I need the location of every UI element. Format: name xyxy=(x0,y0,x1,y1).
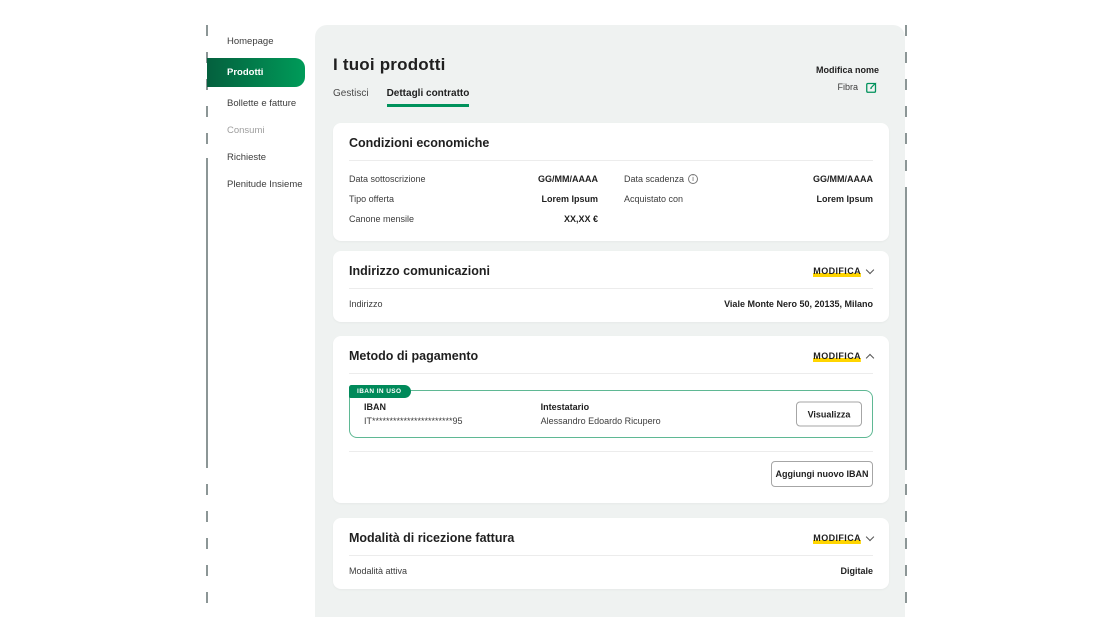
iban-card: IBAN IN USO IBAN IT*********************… xyxy=(349,390,873,438)
iban-in-use-badge: IBAN IN USO xyxy=(349,385,411,398)
page: Homepage Prodotti Bollette e fatture Con… xyxy=(0,0,1113,640)
main-panel: I tuoi prodotti Modifica nome Fibra Gest… xyxy=(315,25,905,617)
modifica-payment-link[interactable]: MODIFICA xyxy=(813,351,873,362)
table-row: Data sottoscrizione GG/MM/AAAA Data scad… xyxy=(349,169,873,189)
modifica-billing-link[interactable]: MODIFICA xyxy=(813,533,873,544)
product-name: Fibra xyxy=(837,82,858,92)
divider xyxy=(349,451,873,452)
right-scroll-thumb[interactable] xyxy=(905,190,907,470)
edit-icon[interactable] xyxy=(864,79,879,94)
iban-value: IT***********************95 xyxy=(364,416,463,426)
field-label: Canone mensile xyxy=(349,214,564,224)
card-indirizzo-comunicazioni: Indirizzo comunicazioni MODIFICA Indiriz… xyxy=(333,251,889,322)
add-iban-button[interactable]: Aggiungi nuovo IBAN xyxy=(771,461,873,487)
sidebar: Homepage Prodotti Bollette e fatture Con… xyxy=(207,28,315,198)
chevron-down-icon xyxy=(866,266,874,274)
modifica-label: MODIFICA xyxy=(813,533,861,544)
card-title: Indirizzo comunicazioni xyxy=(349,264,490,278)
field-label: Acquistato con xyxy=(624,194,816,204)
sidebar-item-richieste[interactable]: Richieste xyxy=(207,144,315,171)
rename-product-block: Modifica nome Fibra xyxy=(816,65,879,94)
card-title: Modalità di ricezione fattura xyxy=(349,531,514,545)
table-row: Canone mensile XX,XX € xyxy=(349,209,873,229)
modifica-label: MODIFICA xyxy=(813,266,861,277)
iban-label: IBAN xyxy=(364,402,463,412)
field-label: Tipo offerta xyxy=(349,194,541,204)
chevron-down-icon xyxy=(866,533,874,541)
modifica-address-link[interactable]: MODIFICA xyxy=(813,266,873,277)
sidebar-item-homepage[interactable]: Homepage xyxy=(207,28,315,55)
tab-dettagli-contratto[interactable]: Dettagli contratto xyxy=(387,88,470,107)
card-modalita-ricezione-fattura: Modalità di ricezione fattura MODIFICA M… xyxy=(333,518,889,589)
table-row: Modalità attiva Digitale xyxy=(333,556,889,589)
tab-bar: Gestisci Dettagli contratto xyxy=(333,88,889,107)
field-value: GG/MM/AAAA xyxy=(538,174,598,184)
page-title: I tuoi prodotti xyxy=(333,55,889,75)
rename-label: Modifica nome xyxy=(816,65,879,75)
sidebar-item-prodotti[interactable]: Prodotti xyxy=(207,58,305,87)
card-metodo-di-pagamento: Metodo di pagamento MODIFICA IBAN IN USO… xyxy=(333,336,889,503)
field-label: Modalità attiva xyxy=(349,566,407,576)
sidebar-item-plenitude-insieme[interactable]: Plenitude Insieme xyxy=(207,171,315,198)
field-value: Lorem Ipsum xyxy=(541,194,598,204)
card-title: Metodo di pagamento xyxy=(349,349,478,363)
left-scroll-thumb[interactable] xyxy=(206,158,208,464)
sidebar-item-bollette[interactable]: Bollette e fatture xyxy=(207,90,315,117)
field-value: Lorem Ipsum xyxy=(816,194,873,204)
visualizza-button[interactable]: Visualizza xyxy=(796,402,862,427)
field-value: Digitale xyxy=(840,566,873,576)
tab-gestisci[interactable]: Gestisci xyxy=(333,88,369,107)
holder-label: Intestatario xyxy=(541,402,661,412)
field-label: Data sottoscrizione xyxy=(349,174,538,184)
chevron-up-icon xyxy=(866,353,874,361)
card-condizioni-economiche: Condizioni economiche Data sottoscrizion… xyxy=(333,123,889,241)
field-label: Data scadenza xyxy=(624,174,684,184)
table-row: Tipo offerta Lorem Ipsum Acquistato con … xyxy=(349,189,873,209)
field-label: Indirizzo xyxy=(349,299,383,309)
field-value: Viale Monte Nero 50, 20135, Milano xyxy=(724,299,873,309)
modifica-label: MODIFICA xyxy=(813,351,861,362)
sidebar-item-consumi[interactable]: Consumi xyxy=(207,117,315,144)
holder-value: Alessandro Edoardo Ricupero xyxy=(541,416,661,426)
field-value: XX,XX € xyxy=(564,214,598,224)
table-row: Indirizzo Viale Monte Nero 50, 20135, Mi… xyxy=(333,289,889,322)
field-value: GG/MM/AAAA xyxy=(813,174,873,184)
info-icon[interactable]: i xyxy=(688,174,698,184)
card-title: Condizioni economiche xyxy=(349,136,489,150)
